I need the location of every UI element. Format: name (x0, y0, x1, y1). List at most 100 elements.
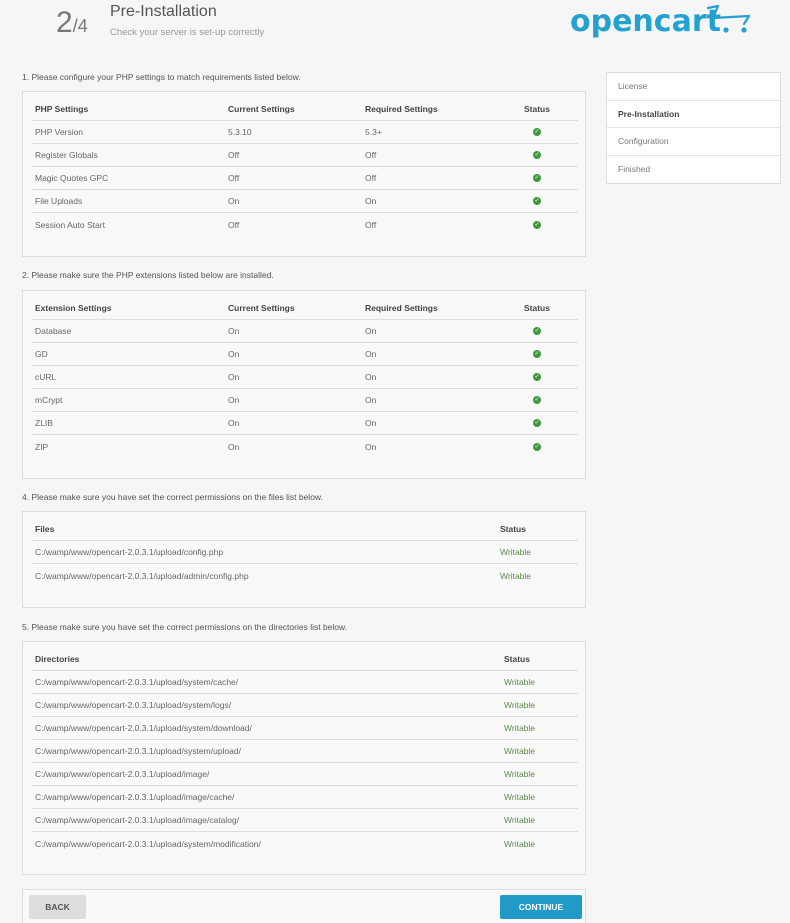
extension-name: Database (35, 326, 72, 336)
extension-name: ZLIB (35, 418, 53, 428)
step-total: /4 (72, 16, 88, 36)
table-row: cURL On On ✓ (32, 366, 578, 389)
sidebar-item-finished[interactable]: Finished (607, 156, 780, 184)
table-row: C:/wamp/www/opencart-2.0.3.1/upload/imag… (32, 809, 578, 832)
current-setting: On (228, 441, 240, 452)
directory-path: C:/wamp/www/opencart-2.0.3.1/upload/imag… (35, 815, 240, 825)
php-settings-panel: PHP Settings Current Settings Required S… (22, 91, 586, 257)
directory-path: C:/wamp/www/opencart-2.0.3.1/upload/imag… (35, 769, 210, 779)
table-row: C:/wamp/www/opencart-2.0.3.1/upload/conf… (32, 541, 578, 564)
file-path: C:/wamp/www/opencart-2.0.3.1/upload/admi… (35, 570, 249, 581)
current-setting: On (228, 395, 240, 405)
files-table: Files Status C:/wamp/www/opencart-2.0.3.… (32, 518, 578, 587)
current-setting: Off (228, 219, 240, 230)
extensions-table: Extension Settings Current Settings Requ… (32, 297, 578, 458)
status-writable: Writable (504, 838, 536, 849)
check-icon: ✓ (533, 128, 541, 136)
table-header-row: Extension Settings Current Settings Requ… (32, 297, 578, 320)
setting-name: Magic Quotes GPC (35, 173, 109, 183)
files-instruction: 4. Please make sure you have set the cor… (22, 492, 323, 502)
status-writable: Writable (500, 547, 532, 557)
table-row: C:/wamp/www/opencart-2.0.3.1/upload/syst… (32, 717, 578, 740)
current-setting: On (228, 196, 240, 206)
column-header: Current Settings (228, 303, 295, 313)
opencart-logo: opencart (568, 0, 758, 46)
setting-name: PHP Version (35, 127, 84, 137)
table-row: GD On On ✓ (32, 343, 578, 366)
check-icon: ✓ (533, 373, 541, 381)
required-setting: On (365, 349, 377, 359)
back-button[interactable]: BACK (29, 895, 86, 919)
check-icon: ✓ (533, 151, 541, 159)
current-setting: 5.3.10 (228, 127, 252, 137)
required-setting: On (365, 395, 377, 405)
sidebar-item-configuration[interactable]: Configuration (607, 128, 780, 156)
files-panel: Files Status C:/wamp/www/opencart-2.0.3.… (22, 511, 586, 608)
required-setting: Off (365, 219, 377, 230)
status-writable: Writable (504, 677, 536, 687)
table-row: Magic Quotes GPC Off Off ✓ (32, 167, 578, 190)
directory-path: C:/wamp/www/opencart-2.0.3.1/upload/syst… (35, 838, 261, 849)
php-settings-instruction: 1. Please configure your PHP settings to… (22, 72, 301, 82)
directory-path: C:/wamp/www/opencart-2.0.3.1/upload/syst… (35, 723, 252, 733)
table-row: C:/wamp/www/opencart-2.0.3.1/upload/syst… (32, 740, 578, 763)
status-writable: Writable (504, 769, 536, 779)
extensions-instruction: 2. Please make sure the PHP extensions l… (22, 270, 274, 280)
column-header: Status (524, 303, 550, 313)
status-writable: Writable (504, 792, 536, 802)
required-setting: On (365, 326, 377, 336)
setting-name: File Uploads (35, 196, 83, 206)
column-header: Status (524, 104, 550, 114)
column-header: Status (504, 654, 530, 664)
required-setting: On (365, 418, 377, 428)
table-row: C:/wamp/www/opencart-2.0.3.1/upload/syst… (32, 671, 578, 694)
column-header: Files (35, 524, 55, 534)
column-header: Extension Settings (35, 303, 112, 313)
current-setting: On (228, 349, 240, 359)
check-icon: ✓ (533, 350, 541, 358)
check-icon: ✓ (533, 220, 541, 229)
extensions-panel: Extension Settings Current Settings Requ… (22, 290, 586, 479)
required-setting: On (365, 372, 377, 382)
check-icon: ✓ (533, 396, 541, 404)
table-row: Session Auto Start Off Off ✓ (32, 213, 578, 236)
file-path: C:/wamp/www/opencart-2.0.3.1/upload/conf… (35, 547, 224, 557)
required-setting: 5.3+ (365, 127, 382, 137)
required-setting: Off (365, 173, 377, 183)
directory-path: C:/wamp/www/opencart-2.0.3.1/upload/syst… (35, 700, 232, 710)
check-icon: ✓ (533, 174, 541, 182)
column-header: PHP Settings (35, 104, 89, 114)
table-row: PHP Version 5.3.10 5.3+ ✓ (32, 121, 578, 144)
check-icon: ✓ (533, 197, 541, 205)
directories-instruction: 5. Please make sure you have set the cor… (22, 622, 348, 632)
status-writable: Writable (504, 700, 536, 710)
table-row: Database On On ✓ (32, 320, 578, 343)
step-current: 2 (56, 6, 73, 39)
cart-logo-icon: opencart (570, 4, 751, 39)
table-row: ZLIB On On ✓ (32, 412, 578, 435)
directories-panel: Directories Status C:/wamp/www/opencart-… (22, 641, 586, 875)
check-icon: ✓ (533, 327, 541, 335)
column-header: Required Settings (365, 104, 438, 114)
check-icon: ✓ (533, 419, 541, 427)
setting-name: Register Globals (35, 150, 98, 160)
php-settings-table: PHP Settings Current Settings Required S… (32, 98, 578, 236)
button-bar: BACK CONTINUE (22, 889, 586, 923)
table-header-row: Files Status (32, 518, 578, 541)
current-setting: Off (228, 173, 240, 183)
table-row: File Uploads On On ✓ (32, 190, 578, 213)
sidebar-item-pre-installation[interactable]: Pre-Installation (607, 101, 780, 128)
sidebar-item-license[interactable]: License (607, 73, 780, 101)
logo-text: opencart (570, 4, 721, 39)
status-writable: Writable (504, 815, 536, 825)
directory-path: C:/wamp/www/opencart-2.0.3.1/upload/imag… (35, 792, 235, 802)
table-header-row: PHP Settings Current Settings Required S… (32, 98, 578, 121)
column-header: Status (500, 524, 526, 534)
table-row: C:/wamp/www/opencart-2.0.3.1/upload/imag… (32, 786, 578, 809)
required-setting: On (365, 441, 377, 452)
page-subtitle: Check your server is set-up correctly (110, 27, 265, 38)
status-writable: Writable (504, 746, 536, 756)
continue-button[interactable]: CONTINUE (500, 895, 582, 919)
check-icon: ✓ (533, 442, 541, 451)
directories-table: Directories Status C:/wamp/www/opencart-… (32, 648, 578, 855)
